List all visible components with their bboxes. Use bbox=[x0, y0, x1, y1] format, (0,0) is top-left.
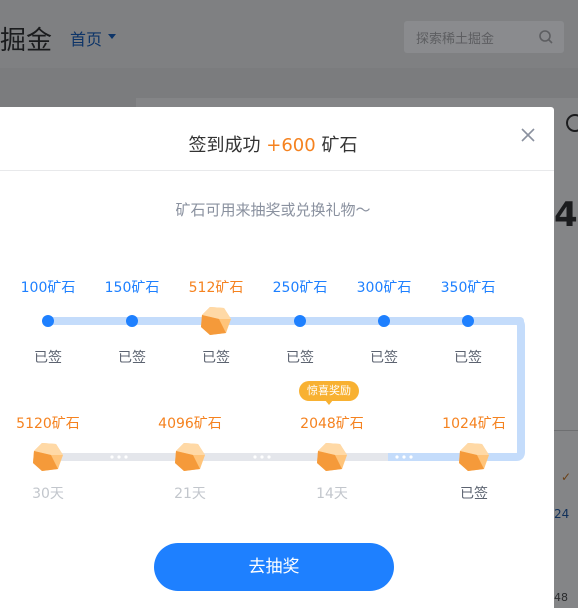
divider bbox=[554, 430, 578, 431]
background-number: 24 bbox=[554, 507, 570, 521]
day-dot bbox=[462, 315, 474, 327]
reward-amount: 250矿石 bbox=[272, 280, 328, 296]
day-dot bbox=[42, 315, 54, 327]
checkin-success-modal: 签到成功 +600 矿石 矿石可用来抽奖或兑换礼物～ 100矿石 150矿石 5… bbox=[0, 107, 554, 608]
reward-amount: 150矿石 bbox=[104, 280, 160, 296]
day-dot bbox=[294, 315, 306, 327]
search-icon[interactable] bbox=[538, 29, 554, 45]
checkin-status: 已签 bbox=[454, 350, 482, 366]
checkin-status: 14天 bbox=[316, 486, 348, 502]
site-logo[interactable]: 掘金 bbox=[0, 20, 52, 57]
background-big-number: 42 bbox=[554, 195, 578, 235]
surprise-reward-badge: 惊喜奖励 bbox=[299, 381, 359, 405]
reward-amount: 100矿石 bbox=[20, 280, 76, 296]
nav-home-link[interactable]: 首页 bbox=[70, 26, 102, 50]
ore-icon bbox=[459, 443, 489, 471]
search-placeholder: 探索稀土掘金 bbox=[416, 32, 495, 47]
background-number: 48 bbox=[554, 591, 568, 604]
reward-amount: 1024矿石 bbox=[442, 416, 506, 432]
check-icon: ✓ bbox=[561, 470, 572, 484]
checkin-status: 已签 bbox=[202, 350, 230, 366]
day-dot bbox=[126, 315, 138, 327]
ore-icon bbox=[33, 443, 63, 471]
checkin-status: 30天 bbox=[32, 486, 64, 502]
reward-amount: 5120矿石 bbox=[16, 416, 80, 432]
checkin-status: 已签 bbox=[370, 350, 398, 366]
help-icon bbox=[566, 114, 578, 132]
day-dot bbox=[378, 315, 390, 327]
checkin-status: 已签 bbox=[286, 350, 314, 366]
top-navbar: 掘金 首页 探索稀土掘金 bbox=[0, 0, 578, 68]
reward-amount: 300矿石 bbox=[356, 280, 412, 296]
track-connector bbox=[468, 317, 525, 461]
go-lottery-button[interactable]: 去抽奖 bbox=[154, 543, 394, 591]
search-input[interactable]: 探索稀土掘金 bbox=[404, 21, 564, 53]
checkin-progress-track bbox=[33, 307, 525, 471]
ore-icon bbox=[175, 443, 205, 471]
reward-amount: 350矿石 bbox=[440, 280, 496, 296]
chevron-down-icon[interactable] bbox=[108, 34, 116, 39]
reward-amount: 4096矿石 bbox=[158, 416, 222, 432]
ore-icon bbox=[201, 307, 231, 335]
ore-icon bbox=[317, 443, 347, 471]
checkin-status: 已签 bbox=[118, 350, 146, 366]
reward-amount: 2048矿石 bbox=[300, 416, 364, 432]
checkin-status: 已签 bbox=[460, 486, 488, 502]
reward-amount: 512矿石 bbox=[188, 280, 244, 296]
checkin-status: 21天 bbox=[174, 486, 206, 502]
checkin-status: 已签 bbox=[34, 350, 62, 366]
